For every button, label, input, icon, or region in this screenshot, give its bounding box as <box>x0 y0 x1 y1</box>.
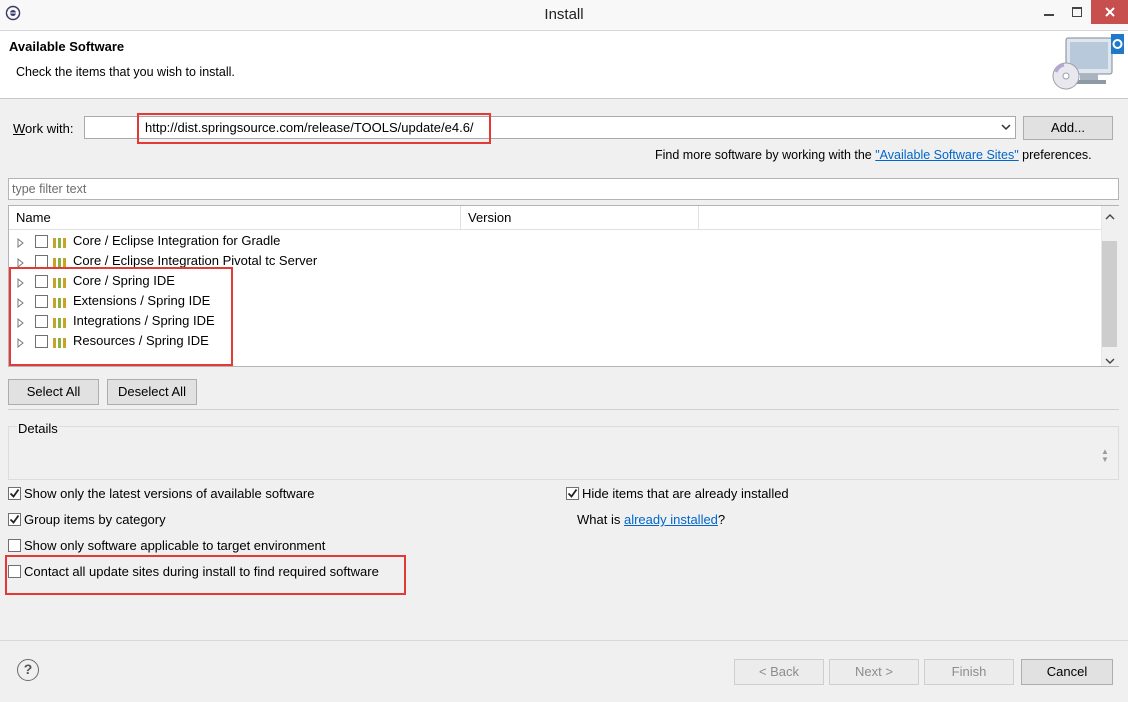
column-header-filler <box>699 206 1101 230</box>
cancel-button[interactable]: Cancel <box>1021 659 1113 685</box>
maximize-button[interactable] <box>1063 0 1091 24</box>
find-more-suffix: preferences. <box>1018 148 1092 162</box>
deselect-all-button[interactable]: Deselect All <box>107 379 197 405</box>
select-all-label: Select All <box>26 384 81 399</box>
what-is-suffix: ? <box>717 512 726 527</box>
work-with-label: Work with: <box>13 121 74 136</box>
column-header-version[interactable]: Version <box>461 206 699 230</box>
minimize-button[interactable] <box>1035 0 1063 24</box>
column-version-label: Version <box>468 210 512 225</box>
what-is-installed-text: What is already installed? <box>577 512 725 527</box>
help-icon[interactable]: ? <box>17 659 39 681</box>
tree-row-label: Core / Eclipse Integration Pivotal tc Se… <box>73 253 318 268</box>
filter-placeholder: type filter text <box>12 182 87 196</box>
what-is-prefix: What is <box>577 512 624 527</box>
deselect-all-label: Deselect All <box>118 384 186 399</box>
option-group-by-category-label: Group items by category <box>24 512 166 527</box>
checkbox-hide-installed[interactable] <box>566 487 579 500</box>
close-button[interactable] <box>1091 0 1128 24</box>
add-site-button[interactable]: Add... <box>1023 116 1113 140</box>
finish-button[interactable]: Finish <box>924 659 1014 685</box>
option-hide-installed-label: Hide items that are already installed <box>582 486 789 501</box>
back-button[interactable]: < Back <box>734 659 824 685</box>
checkbox-group-by-category[interactable] <box>8 513 21 526</box>
scrollbar-thumb[interactable] <box>1102 241 1117 347</box>
contact-sites-highlight-box <box>5 555 406 595</box>
title-bar: Install <box>0 0 1128 31</box>
details-scroll-icon[interactable]: ▲ ▼ <box>1101 448 1109 464</box>
window-title: Install <box>544 6 584 23</box>
find-more-prefix: Find more software by working with the <box>655 148 876 162</box>
page-title: Available Software <box>9 39 125 54</box>
column-header-name[interactable]: Name <box>9 206 461 230</box>
details-box <box>8 426 1119 480</box>
details-label: Details <box>17 421 59 436</box>
tree-row[interactable]: Core / Eclipse Integration for Gradle <box>9 231 1101 251</box>
next-button[interactable]: Next > <box>829 659 919 685</box>
wizard-header: Available Software Check the items that … <box>0 31 1128 99</box>
tree-row-label: Core / Eclipse Integration for Gradle <box>73 233 281 248</box>
page-subtitle: Check the items that you wish to install… <box>16 65 235 79</box>
chevron-down-icon[interactable] <box>1000 120 1012 137</box>
url-highlight-box <box>137 113 491 144</box>
filter-input[interactable]: type filter text <box>8 178 1119 200</box>
spring-ide-highlight-box <box>9 267 233 366</box>
scroll-up-icon[interactable] <box>1105 209 1115 224</box>
scroll-down-icon[interactable] <box>1105 353 1115 368</box>
feature-package-icon <box>53 236 69 251</box>
footer-separator <box>0 640 1128 641</box>
checkbox-target-environment[interactable] <box>8 539 21 552</box>
option-latest-versions-label: Show only the latest versions of availab… <box>24 486 315 501</box>
tree-row-checkbox[interactable] <box>35 235 48 248</box>
already-installed-link[interactable]: already installed <box>624 512 718 527</box>
find-more-text: Find more software by working with the "… <box>655 148 1092 162</box>
column-name-label: Name <box>16 210 51 225</box>
select-all-button[interactable]: Select All <box>8 379 99 405</box>
option-target-environment-label: Show only software applicable to target … <box>24 538 326 553</box>
available-sites-link[interactable]: "Available Software Sites" <box>875 148 1018 162</box>
expand-arrow-icon[interactable] <box>17 236 25 251</box>
checkbox-latest-versions[interactable] <box>8 487 21 500</box>
work-with-label-rest: ork with: <box>25 121 74 136</box>
separator <box>8 409 1119 410</box>
install-software-icon <box>1050 34 1124 99</box>
